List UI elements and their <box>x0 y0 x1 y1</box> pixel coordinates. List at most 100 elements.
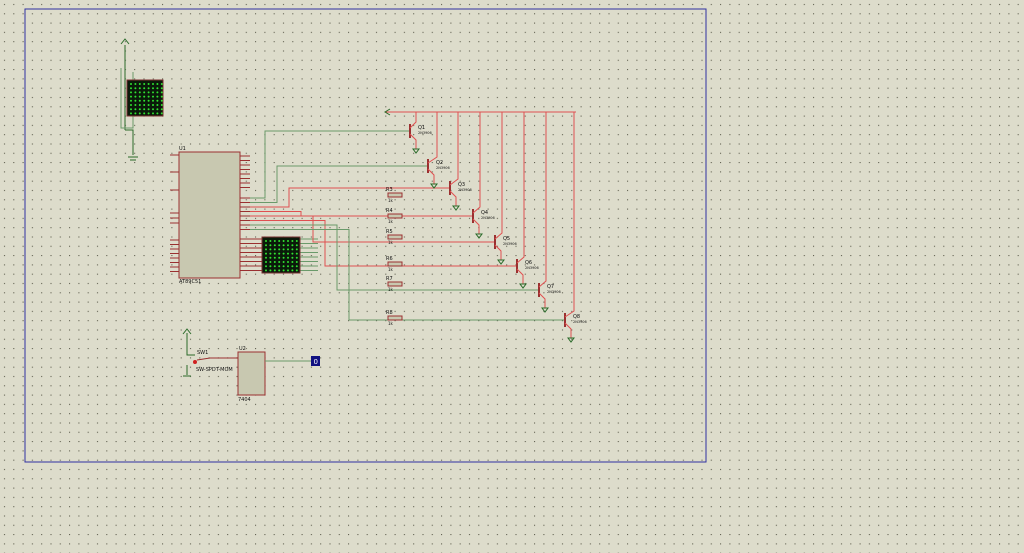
led <box>160 112 163 115</box>
led <box>287 269 289 272</box>
led <box>134 87 137 90</box>
led <box>295 240 298 242</box>
led <box>269 240 272 242</box>
led <box>160 108 163 111</box>
led <box>273 256 276 259</box>
resistor-ref: R5 <box>386 229 393 235</box>
led <box>156 87 159 90</box>
led <box>147 91 150 94</box>
logic-probe-display[interactable]: 0 <box>311 356 320 366</box>
transistor-part: 2N3906 <box>481 216 495 220</box>
led <box>269 256 272 259</box>
led <box>278 240 281 242</box>
led <box>282 256 285 259</box>
led <box>160 104 163 106</box>
led <box>152 83 154 85</box>
led <box>147 95 150 98</box>
led <box>295 252 298 255</box>
led <box>278 269 281 272</box>
led <box>134 104 137 106</box>
schematic-canvas[interactable]: U1 AT89C51 Q12N3906Q22N3906Q32N3906Q42N3… <box>0 0 1024 553</box>
led <box>278 252 281 255</box>
led <box>160 87 163 90</box>
led <box>291 240 294 242</box>
led <box>143 108 146 111</box>
led <box>138 83 141 85</box>
led <box>282 261 285 263</box>
led <box>138 104 141 106</box>
transistor-part: 2N3906 <box>503 242 517 246</box>
led <box>273 269 276 272</box>
led <box>269 244 272 247</box>
led <box>138 99 141 102</box>
led <box>130 104 132 106</box>
led <box>134 99 137 102</box>
led <box>282 244 285 247</box>
led <box>130 108 132 111</box>
led <box>291 269 294 272</box>
led <box>282 240 285 242</box>
led <box>138 91 141 94</box>
led <box>134 95 137 98</box>
led <box>134 91 137 94</box>
led <box>160 95 163 98</box>
led <box>278 244 281 247</box>
led <box>138 87 141 90</box>
transistor-part: 2N3906 <box>418 131 432 135</box>
led <box>134 83 137 85</box>
transistor-part: 2N3906 <box>525 266 539 270</box>
sw1-ref: SW1 <box>197 350 208 356</box>
led <box>291 265 294 268</box>
led <box>130 99 132 102</box>
u1-part: AT89C51 <box>179 279 201 285</box>
resistor-value: 1k <box>388 198 394 203</box>
led <box>282 265 285 268</box>
led <box>273 265 276 268</box>
transistor-part: 2N3906 <box>436 166 450 170</box>
led <box>269 252 272 255</box>
led <box>130 87 132 90</box>
led <box>134 112 137 115</box>
led <box>291 256 294 259</box>
led <box>143 87 146 90</box>
resistor-ref: R3 <box>386 187 393 193</box>
sw1-part: SW-SPDT-MOM <box>196 367 233 373</box>
led <box>291 248 294 251</box>
transistor-part: 2N3906 <box>547 290 561 294</box>
led <box>152 87 154 90</box>
led <box>273 261 276 263</box>
transistor-part: 2N3906 <box>458 188 472 192</box>
led <box>143 83 146 85</box>
led <box>265 252 267 255</box>
led-matrix-2[interactable] <box>261 236 301 274</box>
led <box>143 112 146 115</box>
resistor-ref: R8 <box>386 310 393 316</box>
led <box>282 252 285 255</box>
led <box>156 99 159 102</box>
led <box>152 99 154 102</box>
probe-value: 0 <box>314 358 318 366</box>
resistor-value: 1k <box>388 240 394 245</box>
led <box>130 91 132 94</box>
led <box>156 91 159 94</box>
led <box>143 95 146 98</box>
led <box>138 108 141 111</box>
led <box>273 240 276 242</box>
resistor-value: 1k <box>388 219 394 224</box>
led <box>138 112 141 115</box>
led <box>273 248 276 251</box>
led <box>265 256 267 259</box>
led <box>295 261 298 263</box>
led <box>152 91 154 94</box>
led <box>295 248 298 251</box>
led <box>287 261 289 263</box>
led <box>143 91 146 94</box>
led <box>156 95 159 98</box>
led <box>147 104 150 106</box>
resistor-ref: R7 <box>386 276 393 282</box>
led <box>160 83 163 85</box>
led <box>130 95 132 98</box>
led <box>287 252 289 255</box>
led <box>265 265 267 268</box>
led <box>269 269 272 272</box>
